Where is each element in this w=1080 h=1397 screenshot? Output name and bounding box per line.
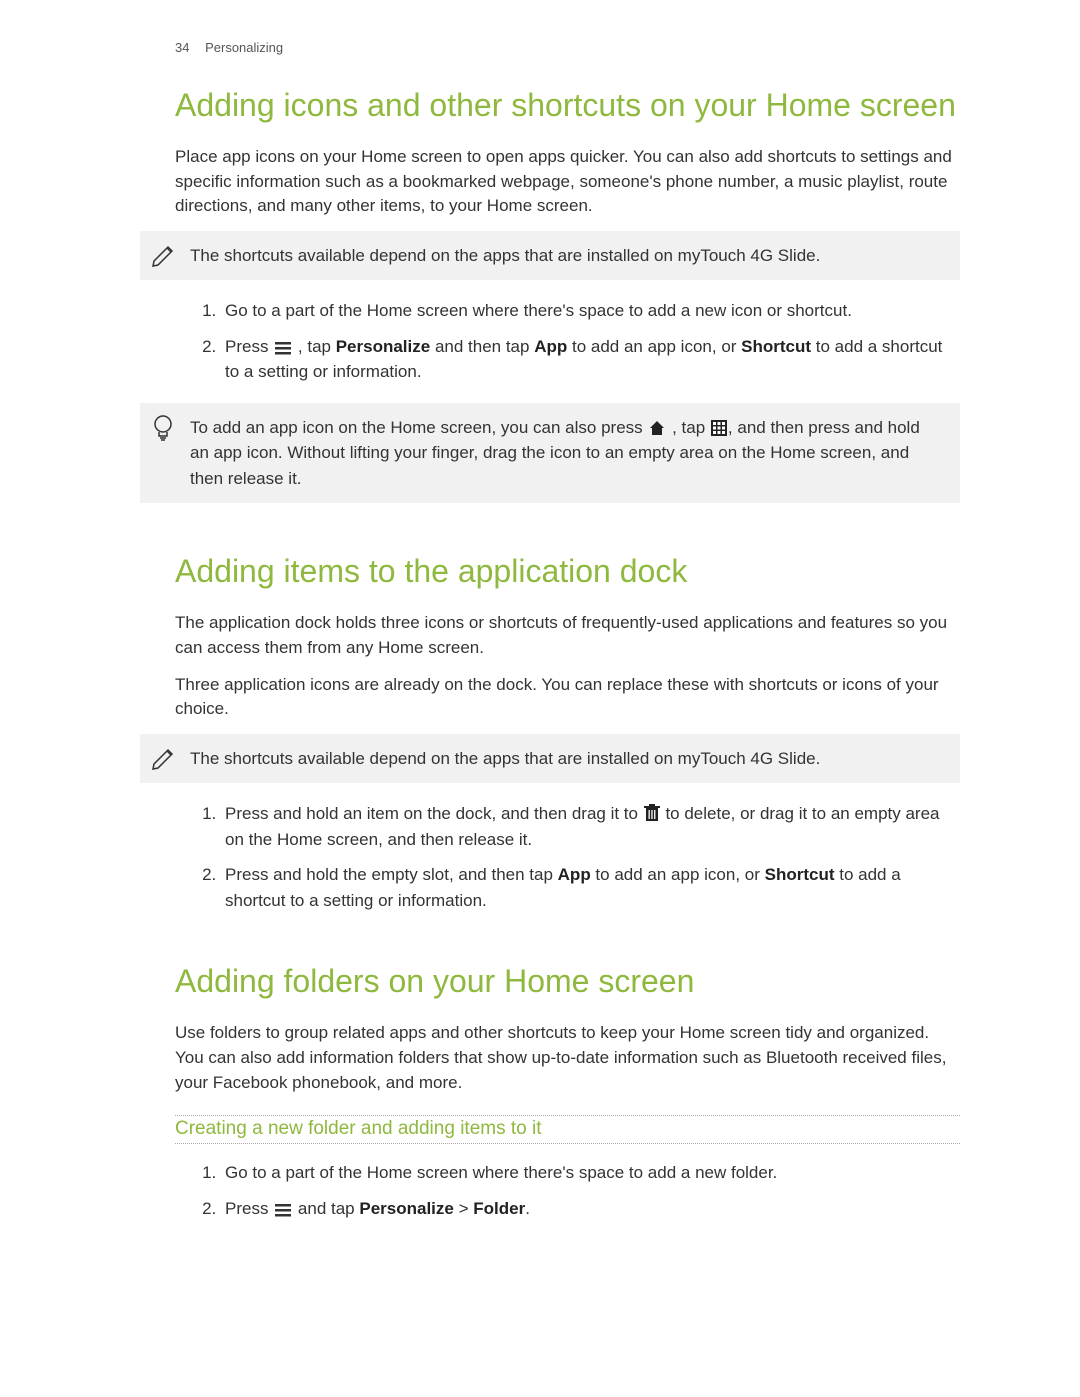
- text: to add an app icon, or: [591, 865, 765, 884]
- text: and tap: [293, 1199, 359, 1218]
- bold-folder: Folder: [473, 1199, 525, 1218]
- intro-paragraph: Place app icons on your Home screen to o…: [175, 145, 960, 219]
- note-text: The shortcuts available depend on the ap…: [190, 246, 820, 265]
- subheading-creating-folder: Creating a new folder and adding items t…: [175, 1118, 542, 1139]
- section-name: Personalizing: [205, 40, 283, 55]
- menu-icon: [274, 1203, 292, 1217]
- bold-personalize: Personalize: [359, 1199, 454, 1218]
- text: Press: [225, 337, 273, 356]
- tip-box: To add an app icon on the Home screen, y…: [140, 403, 960, 504]
- text: to add an app icon, or: [567, 337, 741, 356]
- text: and then tap: [430, 337, 534, 356]
- paragraph: Use folders to group related apps and ot…: [175, 1021, 960, 1095]
- heading-folders: Adding folders on your Home screen: [175, 961, 960, 1001]
- bold-app: App: [558, 865, 591, 884]
- home-icon: [648, 420, 666, 436]
- menu-icon: [274, 341, 292, 355]
- apps-grid-icon: [711, 420, 727, 436]
- running-header: 34 Personalizing: [175, 40, 960, 55]
- text: To add an app icon on the Home screen, y…: [190, 418, 647, 437]
- note-box: The shortcuts available depend on the ap…: [140, 734, 960, 784]
- list-item: Press and tap Personalize > Folder.: [221, 1196, 960, 1222]
- text: .: [525, 1199, 530, 1218]
- text: , tap: [293, 337, 336, 356]
- bold-shortcut: Shortcut: [765, 865, 835, 884]
- list-item: Press and hold an item on the dock, and …: [221, 801, 960, 852]
- steps-list-3: Go to a part of the Home screen where th…: [175, 1160, 960, 1221]
- text: Press and hold an item on the dock, and …: [225, 804, 643, 823]
- heading-adding-icons: Adding icons and other shortcuts on your…: [175, 85, 960, 125]
- subheading-wrap: Creating a new folder and adding items t…: [175, 1115, 960, 1144]
- note-box: The shortcuts available depend on the ap…: [140, 231, 960, 281]
- bold-app: App: [534, 337, 567, 356]
- bold-personalize: Personalize: [336, 337, 431, 356]
- heading-app-dock: Adding items to the application dock: [175, 551, 960, 591]
- trash-icon: [644, 804, 660, 822]
- text: , tap: [667, 418, 710, 437]
- page-number: 34: [175, 40, 189, 55]
- text: Press: [225, 1199, 273, 1218]
- steps-list-2: Press and hold an item on the dock, and …: [175, 801, 960, 913]
- text: Press and hold the empty slot, and then …: [225, 865, 558, 884]
- pencil-icon: [150, 744, 178, 772]
- list-item: Press , tap Personalize and then tap App…: [221, 334, 960, 385]
- list-item: Go to a part of the Home screen where th…: [221, 1160, 960, 1186]
- text: >: [454, 1199, 473, 1218]
- manual-page: 34 Personalizing Adding icons and other …: [0, 0, 1080, 1319]
- list-item: Press and hold the empty slot, and then …: [221, 862, 960, 913]
- list-item: Go to a part of the Home screen where th…: [221, 298, 960, 324]
- lightbulb-icon: [150, 413, 178, 441]
- pencil-icon: [150, 241, 178, 269]
- tip-text: To add an app icon on the Home screen, y…: [190, 418, 920, 488]
- steps-list-1: Go to a part of the Home screen where th…: [175, 298, 960, 385]
- paragraph: Three application icons are already on t…: [175, 673, 960, 722]
- note-text: The shortcuts available depend on the ap…: [190, 749, 820, 768]
- paragraph: The application dock holds three icons o…: [175, 611, 960, 660]
- bold-shortcut: Shortcut: [741, 337, 811, 356]
